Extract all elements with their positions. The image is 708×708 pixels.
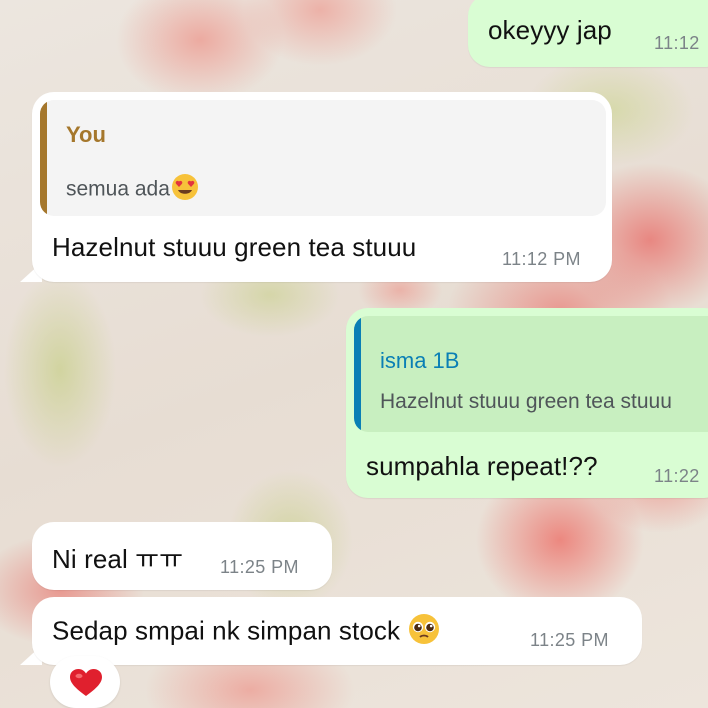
quoted-reply[interactable]: You semua ada	[40, 100, 606, 216]
message-time: 11:25 PM	[530, 630, 609, 650]
quoted-reply[interactable]: isma 1B Hazelnut stuuu green tea stuuu	[354, 316, 708, 432]
incoming-message-bubble[interactable]: Sedap smpai nk simpan stock 11:25 PM	[32, 597, 642, 665]
message-time: 11:12 PM	[502, 249, 581, 269]
quote-author: You	[66, 122, 106, 147]
message-text: Ni real ㅠㅠ	[52, 544, 184, 574]
heart-eyes-emoji	[170, 172, 200, 208]
message-time: 11:25 PM	[220, 557, 299, 577]
message-text: okeyyy jap	[488, 15, 612, 45]
message-text: Sedap smpai nk simpan stock	[52, 612, 441, 653]
quote-text: Hazelnut stuuu green tea stuuu	[380, 390, 672, 413]
quote-author: isma 1B	[380, 348, 460, 373]
outgoing-message-bubble[interactable]: isma 1B Hazelnut stuuu green tea stuuu s…	[346, 308, 708, 498]
outgoing-message-bubble[interactable]: okeyyy jap 11:12	[468, 0, 708, 67]
message-time: 11:12	[654, 33, 700, 53]
red-heart-emoji	[69, 668, 103, 703]
message-reaction[interactable]	[50, 656, 120, 708]
message-text: sumpahla repeat!??	[366, 451, 598, 481]
message-text: Hazelnut stuuu green tea stuuu	[52, 232, 417, 262]
message-time: 11:22	[654, 466, 700, 486]
incoming-message-bubble[interactable]: Ni real ㅠㅠ 11:25 PM	[32, 522, 332, 590]
quote-accent-bar	[354, 316, 361, 432]
pleading-face-emoji	[407, 612, 441, 653]
incoming-message-bubble[interactable]: You semua ada Hazelnut stuuu green tea s…	[32, 92, 612, 282]
quote-accent-bar	[40, 100, 47, 216]
quote-text: semua ada	[66, 172, 200, 208]
